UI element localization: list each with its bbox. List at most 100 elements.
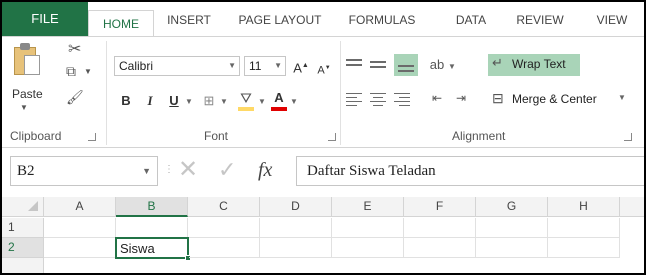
tab-data[interactable]: DATA — [446, 10, 496, 36]
tab-page-layout[interactable]: PAGE LAYOUT — [234, 10, 326, 36]
enter-check-icon[interactable]: ✓ — [218, 156, 236, 184]
cell-g2[interactable] — [476, 238, 548, 258]
borders-icon[interactable]: ⊞ — [200, 91, 218, 111]
font-color-dropdown-icon[interactable]: ▼ — [290, 92, 298, 112]
shrink-font-button[interactable]: A▼ — [316, 58, 332, 81]
cell-b1[interactable] — [116, 218, 188, 238]
row-header-3[interactable] — [2, 258, 44, 273]
ribbon-home: Paste ▼ ✂ ⧉ ▼ 🖌 Clipboard Calibri ▼ 11 ▼… — [2, 36, 644, 148]
cell-c1[interactable] — [188, 218, 260, 238]
group-divider — [340, 41, 341, 145]
cell-e2[interactable] — [332, 238, 404, 258]
cell-f2[interactable] — [404, 238, 476, 258]
clipboard-launcher-icon[interactable] — [88, 133, 96, 141]
cell-a2[interactable] — [44, 238, 116, 258]
format-painter-icon[interactable]: 🖌 — [66, 89, 84, 106]
font-size-select[interactable]: 11 ▼ — [244, 56, 286, 76]
tab-review[interactable]: REVIEW — [510, 10, 570, 36]
row-header-2[interactable]: 2 — [2, 238, 44, 258]
select-all-triangle-icon — [28, 201, 38, 211]
paste-dropdown-icon[interactable]: ▼ — [20, 103, 28, 112]
font-color-icon: A — [274, 90, 284, 105]
column-header-a[interactable]: A — [44, 197, 116, 217]
copy-dropdown-icon[interactable]: ▼ — [84, 67, 92, 76]
formula-bar: B2 ▼ ⋮ ✕ ✓ fx Daftar Siswa Teladan — [2, 152, 644, 192]
fill-color-dropdown-icon[interactable]: ▼ — [258, 92, 266, 112]
align-right-icon[interactable] — [394, 93, 410, 107]
cell-e1[interactable] — [332, 218, 404, 238]
cell-h1[interactable] — [548, 218, 620, 238]
formula-actions: ✕ ✓ fx — [170, 156, 294, 186]
tab-formulas[interactable]: FORMULAS — [342, 10, 422, 36]
cell-d1[interactable] — [260, 218, 332, 238]
underline-button[interactable]: U — [166, 91, 182, 111]
underline-dropdown-icon[interactable]: ▼ — [185, 92, 193, 112]
orientation-icon[interactable]: ab — [428, 55, 446, 75]
column-header-b[interactable]: B — [116, 197, 188, 217]
cell-d2[interactable] — [260, 238, 332, 258]
cut-icon[interactable]: ✂ — [68, 39, 81, 59]
cell-a1[interactable] — [44, 218, 116, 238]
middle-align-icon[interactable] — [370, 57, 386, 71]
cell-c2[interactable] — [189, 238, 260, 258]
insert-function-icon[interactable]: fx — [258, 156, 272, 184]
tab-file[interactable]: FILE — [2, 2, 88, 36]
tab-insert[interactable]: INSERT — [160, 10, 218, 36]
align-center-icon[interactable] — [370, 93, 386, 107]
paste-icon[interactable] — [14, 43, 42, 77]
align-left-icon[interactable] — [346, 93, 362, 107]
cell-g1[interactable] — [476, 218, 548, 238]
row-header-1[interactable]: 1 — [2, 218, 44, 238]
orientation-dropdown-icon[interactable]: ▼ — [448, 57, 456, 77]
fill-color-swatch — [238, 107, 254, 111]
font-group-label: Font — [204, 129, 229, 143]
tab-view[interactable]: VIEW — [586, 10, 638, 36]
wrap-text-label: Wrap Text — [512, 57, 566, 71]
cell-f1[interactable] — [404, 218, 476, 238]
increase-indent-icon[interactable]: ⇥ — [452, 88, 470, 108]
column-header-c[interactable]: C — [188, 197, 260, 217]
font-name-value: Calibri — [119, 59, 154, 73]
name-box[interactable]: B2 ▼ — [10, 156, 158, 186]
italic-button[interactable]: I — [142, 91, 158, 111]
borders-dropdown-icon[interactable]: ▼ — [220, 92, 228, 112]
tab-home[interactable]: HOME — [88, 10, 154, 37]
column-header-e[interactable]: E — [332, 197, 404, 217]
formula-input[interactable]: Daftar Siswa Teladan — [296, 156, 644, 186]
clipboard-paper-icon — [24, 55, 40, 75]
decrease-indent-icon[interactable]: ⇤ — [428, 88, 446, 108]
wrap-text-icon: ↵ — [492, 55, 503, 70]
select-all-corner[interactable] — [2, 197, 44, 217]
column-header-f[interactable]: F — [404, 197, 476, 217]
wrap-text-button[interactable]: ↵ Wrap Text — [488, 54, 580, 76]
paste-button-label[interactable]: Paste — [12, 87, 43, 101]
clipboard-group-label: Clipboard — [10, 129, 62, 143]
alignment-launcher-icon[interactable] — [624, 133, 632, 141]
excel-window: FILE HOME INSERT PAGE LAYOUT FORMULAS DA… — [2, 2, 644, 273]
font-name-select[interactable]: Calibri ▼ — [114, 56, 240, 76]
grow-font-icon: A — [293, 60, 302, 76]
column-header-h[interactable]: H — [548, 197, 620, 217]
font-color-swatch — [271, 107, 287, 111]
font-launcher-icon[interactable] — [328, 133, 336, 141]
column-header-i[interactable] — [620, 197, 644, 217]
bottom-align-button[interactable] — [394, 54, 418, 76]
cell-b2[interactable]: Siswa — [115, 237, 189, 259]
column-header-d[interactable]: D — [260, 197, 332, 217]
grow-font-button[interactable]: A▲ — [292, 56, 310, 78]
column-header-g[interactable]: G — [476, 197, 548, 217]
copy-icon[interactable]: ⧉ — [66, 63, 76, 80]
merge-center-button[interactable]: ⊟ Merge & Center ▼ — [488, 88, 628, 110]
merge-dropdown-icon: ▼ — [618, 93, 626, 102]
font-size-value: 11 — [249, 59, 262, 73]
chevron-down-icon: ▼ — [228, 61, 236, 70]
name-box-value: B2 — [17, 163, 35, 179]
chevron-down-icon: ▼ — [274, 61, 282, 70]
cell-h2[interactable] — [548, 238, 620, 258]
top-align-icon[interactable] — [346, 57, 362, 71]
fill-color-button[interactable]: ⛛ — [236, 88, 256, 111]
bold-button[interactable]: B — [118, 91, 134, 111]
cancel-icon[interactable]: ✕ — [178, 156, 198, 184]
font-color-button[interactable]: A — [270, 88, 288, 111]
merge-center-label: Merge & Center — [512, 92, 597, 106]
